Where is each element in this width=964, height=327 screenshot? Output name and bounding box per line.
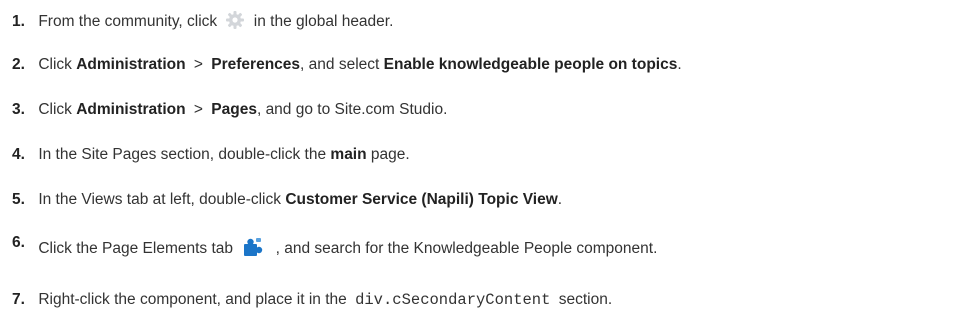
menu-path-administration: Administration <box>76 56 186 73</box>
path-separator: > <box>193 56 203 73</box>
step-number: 3. <box>12 101 25 118</box>
step-5: 5. In the Views tab at left, double-clic… <box>12 190 562 210</box>
step-number: 5. <box>12 191 25 208</box>
step-number: 1. <box>12 13 25 30</box>
step-text: Right-click the component, and place it … <box>38 291 347 308</box>
step-7: 7. Right-click the component, and place … <box>12 290 612 310</box>
step-1: 1. From the community, click in the glob… <box>12 10 393 36</box>
step-text: , and search for the Knowledgeable Peopl… <box>275 240 658 257</box>
puzzle-piece-icon <box>243 237 265 263</box>
path-separator: > <box>193 101 203 118</box>
instruction-steps: 1. From the community, click in the glob… <box>0 0 964 327</box>
step-number: 6. <box>12 234 25 251</box>
step-6: 6. Click the Page Elements tab , and sea… <box>12 234 658 263</box>
step-text: Click <box>38 101 72 118</box>
step-text: in the global header. <box>253 13 394 30</box>
step-number: 7. <box>12 291 25 308</box>
gear-icon <box>225 10 245 36</box>
menu-path-administration: Administration <box>76 101 186 118</box>
step-4: 4. In the Site Pages section, double-cli… <box>12 145 410 165</box>
step-text: . <box>677 56 682 73</box>
menu-path-preferences: Preferences <box>211 56 301 73</box>
setting-name: Enable knowledgeable people on topics <box>383 56 678 73</box>
step-text: Click the Page Elements tab <box>38 240 234 257</box>
step-text: In the Site Pages section, double-click … <box>38 146 327 163</box>
step-text: In the Views tab at left, double-click <box>38 191 281 208</box>
menu-path-pages: Pages <box>211 101 257 118</box>
page-name: main <box>330 146 367 163</box>
step-3: 3. Click Administration > Pages, and go … <box>12 100 447 120</box>
step-text: , and select <box>300 56 380 73</box>
step-number: 4. <box>12 146 25 163</box>
step-text: Click <box>38 56 72 73</box>
css-class-code: div.cSecondaryContent <box>355 291 551 309</box>
step-number: 2. <box>12 56 25 73</box>
step-text: From the community, click <box>38 13 218 30</box>
step-text: section. <box>558 291 613 308</box>
step-text: page. <box>370 146 410 163</box>
view-name: Customer Service (Napili) Topic View <box>285 191 558 208</box>
step-2: 2. Click Administration > Preferences, a… <box>12 55 682 75</box>
step-text: . <box>557 191 563 208</box>
step-text: , and go to Site.com Studio. <box>256 101 448 118</box>
